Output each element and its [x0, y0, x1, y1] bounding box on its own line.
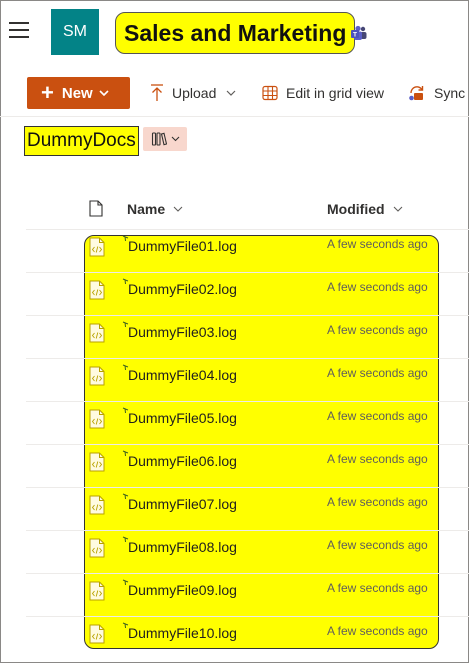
file-name-link[interactable]: DummyFile09.log [128, 582, 237, 598]
upload-label: Upload [172, 85, 217, 101]
code-file-icon[interactable] [89, 366, 105, 386]
file-modified: A few seconds ago [327, 409, 428, 423]
chevron-down-icon [226, 90, 236, 96]
file-modified: A few seconds ago [327, 538, 428, 552]
row-divider [26, 487, 469, 488]
library-view-button[interactable] [143, 127, 187, 151]
command-bar-divider [0, 116, 469, 117]
code-file-icon[interactable] [89, 280, 105, 300]
file-name-link[interactable]: DummyFile01.log [128, 238, 237, 254]
file-row[interactable]: DummyFile04.log A few seconds ago [0, 358, 469, 401]
row-divider [26, 530, 469, 531]
file-modified: A few seconds ago [327, 237, 428, 251]
file-name-link[interactable]: DummyFile04.log [128, 367, 237, 383]
row-divider [26, 272, 469, 273]
new-label: New [61, 84, 93, 102]
file-name-link[interactable]: DummyFile05.log [128, 410, 237, 426]
code-file-icon[interactable] [89, 323, 105, 343]
chevron-down-icon [393, 206, 402, 212]
file-type-header-icon[interactable] [89, 200, 103, 217]
file-row[interactable]: DummyFile01.log A few seconds ago [0, 229, 469, 272]
row-divider [26, 616, 469, 617]
upload-arrow-icon [151, 84, 163, 101]
row-divider [26, 444, 469, 445]
file-modified: A few seconds ago [327, 624, 428, 638]
file-row[interactable]: DummyFile02.log A few seconds ago [0, 272, 469, 315]
site-logo[interactable]: SM [51, 9, 99, 55]
sync-label: Sync [434, 85, 466, 101]
code-file-icon[interactable] [89, 237, 105, 257]
row-divider [26, 401, 469, 402]
column-header-name-label: Name [127, 201, 166, 217]
library-view-icon [151, 132, 167, 146]
row-divider [26, 315, 469, 316]
file-name-link[interactable]: DummyFile06.log [128, 453, 237, 469]
file-row[interactable]: DummyFile07.log A few seconds ago [0, 487, 469, 530]
chevron-down-icon [173, 206, 183, 212]
file-name-link[interactable]: DummyFile03.log [128, 324, 237, 340]
file-row[interactable]: DummyFile09.log A few seconds ago [0, 573, 469, 616]
file-modified: A few seconds ago [327, 581, 428, 595]
grid-label: Edit in grid view [286, 85, 385, 101]
row-divider [26, 573, 469, 574]
library-title[interactable]: DummyDocs [24, 126, 139, 156]
row-divider [26, 358, 469, 359]
upload-button[interactable]: Upload [150, 77, 236, 109]
file-modified: A few seconds ago [327, 280, 428, 294]
plus-icon: + [41, 80, 54, 105]
file-modified: A few seconds ago [327, 452, 428, 466]
column-header-modified-label: Modified [327, 201, 385, 217]
code-file-icon[interactable] [89, 624, 105, 644]
teams-icon[interactable]: T [350, 24, 368, 42]
file-modified: A few seconds ago [327, 495, 428, 509]
chevron-down-icon [99, 90, 109, 96]
svg-text:T: T [353, 32, 357, 39]
row-divider [26, 229, 469, 230]
code-file-icon[interactable] [89, 409, 105, 429]
site-title[interactable]: Sales and Marketing [115, 12, 356, 54]
code-file-icon[interactable] [89, 581, 105, 601]
chevron-down-icon [171, 136, 179, 142]
code-file-icon[interactable] [89, 538, 105, 558]
file-modified: A few seconds ago [327, 323, 428, 337]
column-header-name[interactable]: Name [127, 201, 183, 217]
file-row[interactable]: DummyFile03.log A few seconds ago [0, 315, 469, 358]
sync-button[interactable]: Sync [408, 77, 465, 109]
file-modified: A few seconds ago [327, 366, 428, 380]
code-file-icon[interactable] [89, 495, 105, 515]
edit-grid-view-button[interactable]: Edit in grid view [262, 77, 384, 109]
grid-icon [262, 85, 278, 101]
code-file-icon[interactable] [89, 452, 105, 472]
file-row[interactable]: DummyFile08.log A few seconds ago [0, 530, 469, 573]
new-button[interactable]: + New [27, 77, 130, 109]
sync-icon [409, 86, 424, 101]
file-row[interactable]: DummyFile05.log A few seconds ago [0, 401, 469, 444]
file-name-link[interactable]: DummyFile08.log [128, 539, 237, 555]
column-header-modified[interactable]: Modified [327, 201, 403, 217]
file-name-link[interactable]: DummyFile02.log [128, 281, 237, 297]
file-row[interactable]: DummyFile06.log A few seconds ago [0, 444, 469, 487]
file-row[interactable]: DummyFile10.log A few seconds ago [0, 616, 469, 659]
hamburger-icon[interactable] [9, 22, 29, 38]
file-name-link[interactable]: DummyFile10.log [128, 625, 237, 641]
file-name-link[interactable]: DummyFile07.log [128, 496, 237, 512]
